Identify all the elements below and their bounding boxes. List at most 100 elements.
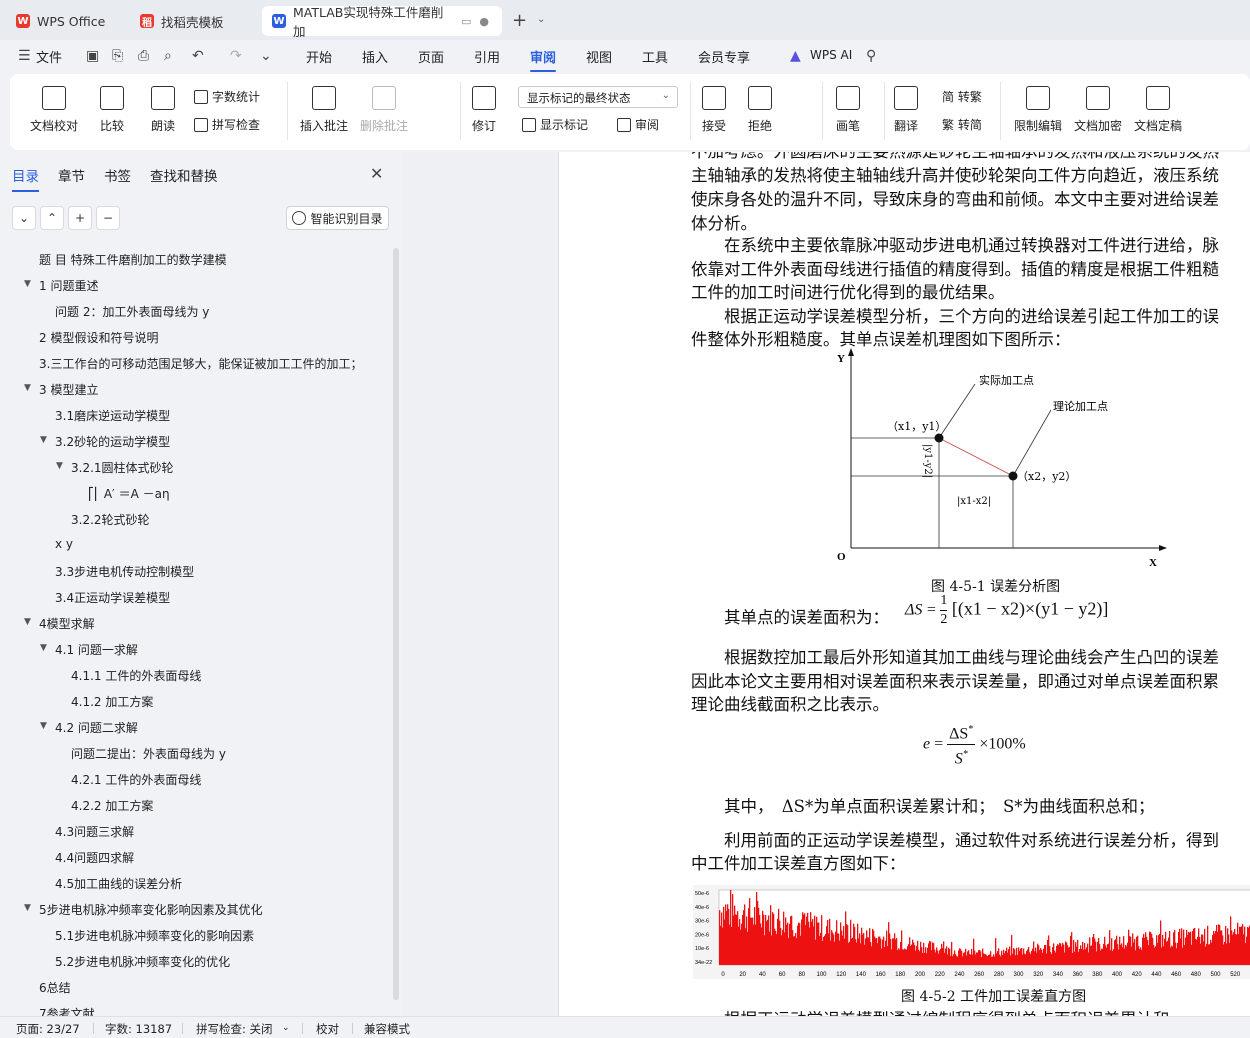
- chevron-down-icon[interactable]: ⌄: [537, 14, 545, 25]
- accept-button[interactable]: 接受: [702, 86, 726, 134]
- outline-item[interactable]: 题 目 特殊工件磨削加工的数学建模: [39, 251, 227, 268]
- to-traditional-button[interactable]: 简 转繁: [942, 88, 982, 105]
- outline-item[interactable]: 5步进电机脉冲频率变化影响因素及其优化: [39, 901, 263, 918]
- proofread-indicator[interactable]: 校对: [316, 1021, 339, 1037]
- menu-review[interactable]: 审阅: [530, 47, 557, 72]
- new-tab-icon[interactable]: +: [512, 10, 527, 31]
- tab-toc[interactable]: 目录: [12, 165, 39, 192]
- tab-bookmarks[interactable]: 书签: [104, 165, 131, 185]
- delete-comment-button[interactable]: 删除批注: [360, 86, 408, 134]
- doc-check-button[interactable]: 文档校对: [30, 86, 78, 134]
- expand-arrow-icon[interactable]: ▼: [40, 643, 47, 653]
- outline-item[interactable]: 问题二提出：外表面母线为 y: [71, 745, 226, 762]
- encrypt-button[interactable]: 文档加密: [1074, 86, 1122, 134]
- redo-icon[interactable]: ↷: [230, 48, 242, 64]
- outline-scrollbar[interactable]: [393, 248, 399, 1000]
- pen-button[interactable]: 画笔: [836, 86, 860, 134]
- tab-wps-office[interactable]: W WPS Office: [6, 6, 124, 36]
- menu-page[interactable]: 页面: [418, 47, 444, 66]
- translate-button[interactable]: 翻译: [894, 86, 918, 134]
- track-changes-button[interactable]: 修订: [472, 86, 496, 134]
- outline-item[interactable]: 问题 2：加工外表面母线为 y: [55, 303, 209, 320]
- reject-button[interactable]: 拒绝: [748, 86, 772, 134]
- outline-item[interactable]: 3 模型建立: [39, 381, 98, 398]
- markup-mode-select[interactable]: 显示标记的最终状态 ⌄: [518, 86, 678, 108]
- menu-wps-ai[interactable]: WPS AI: [810, 48, 852, 62]
- menu-view[interactable]: 视图: [586, 47, 612, 66]
- more-chevron-icon[interactable]: ⌄: [260, 48, 272, 64]
- outline-item[interactable]: 3.2.1圆柱体式砂轮: [71, 459, 174, 476]
- outline-item[interactable]: x y: [55, 537, 73, 551]
- print-icon[interactable]: ⎙: [138, 48, 149, 64]
- expand-arrow-icon[interactable]: ▼: [24, 903, 31, 913]
- expand-arrow-icon[interactable]: ▼: [40, 721, 47, 731]
- close-icon[interactable]: ✕: [370, 164, 383, 183]
- collapse-icon[interactable]: ⌄: [12, 206, 36, 230]
- outline-item[interactable]: 3.三工作台的可移动范围足够大，能保证被加工工件的加工；: [39, 355, 362, 372]
- smart-toc-button[interactable]: 智能识别目录: [286, 206, 389, 230]
- to-simplified-button[interactable]: 繁 转简: [942, 116, 982, 133]
- word-count-button[interactable]: 字数统计: [194, 88, 260, 105]
- expand-arrow-icon[interactable]: ▼: [40, 435, 47, 445]
- remove-icon[interactable]: −: [96, 206, 120, 230]
- outline-item[interactable]: 4.1.2 加工方案: [71, 693, 153, 710]
- spell-check-button[interactable]: 拼写检查: [194, 116, 260, 133]
- tab-find-replace[interactable]: 查找和替换: [150, 165, 218, 185]
- menu-insert[interactable]: 插入: [362, 47, 388, 66]
- outline-item[interactable]: 4.3问题三求解: [55, 823, 134, 840]
- outline-item[interactable]: 4.4问题四求解: [55, 849, 134, 866]
- outline-item[interactable]: 7参考文献: [39, 1005, 95, 1016]
- outline-item[interactable]: 3.3步进电机传动控制模型: [55, 563, 194, 580]
- outline-item[interactable]: 3.4正运动学误差模型: [55, 589, 170, 606]
- chevron-down-icon[interactable]: ⌄: [282, 1023, 290, 1033]
- read-aloud-button[interactable]: 朗读: [151, 86, 175, 134]
- finalize-button[interactable]: 文档定稿: [1134, 86, 1182, 134]
- share-icon[interactable]: ⎘: [112, 48, 123, 64]
- spell-check-indicator[interactable]: 拼写检查: 关闭: [196, 1021, 273, 1037]
- expand-arrow-icon[interactable]: ▼: [24, 617, 31, 627]
- print-preview-icon[interactable]: ⌕: [164, 48, 172, 64]
- search-icon[interactable]: ⚲: [866, 48, 876, 64]
- outline-item[interactable]: 5.1步进电机脉冲频率变化的影响因素: [55, 927, 254, 944]
- outline-item[interactable]: 4.1 问题一求解: [55, 641, 138, 658]
- tab-sections[interactable]: 章节: [58, 165, 85, 185]
- outline-item[interactable]: 4模型求解: [39, 615, 95, 632]
- word-count-indicator[interactable]: 字数: 13187: [105, 1021, 172, 1037]
- expand-arrow-icon[interactable]: ▼: [24, 279, 31, 289]
- menu-tools[interactable]: 工具: [642, 47, 668, 66]
- restrict-edit-button[interactable]: 限制编辑: [1014, 86, 1062, 134]
- outline-item[interactable]: ⎡⎢ A′ ＝A －aη: [88, 485, 170, 502]
- outline-item[interactable]: 3.1磨床逆运动学模型: [55, 407, 170, 424]
- outline-item[interactable]: 5.2步进电机脉冲频率变化的优化: [55, 953, 230, 970]
- outline-item[interactable]: 1 问题重述: [39, 277, 98, 294]
- outline-item[interactable]: 2 模型假设和符号说明: [39, 329, 158, 346]
- outline-item[interactable]: 4.2.2 加工方案: [71, 797, 153, 814]
- undo-icon[interactable]: ↶: [192, 48, 204, 64]
- show-markup-button[interactable]: 显示标记: [522, 116, 588, 133]
- compare-button[interactable]: 比较: [100, 86, 124, 134]
- unsaved-dot-icon[interactable]: ●: [479, 15, 489, 28]
- menu-file[interactable]: 文件: [36, 47, 62, 66]
- tab-document[interactable]: W MATLAB实现特殊工件磨削加 ▭ ●: [262, 5, 502, 39]
- expand-arrow-icon[interactable]: ▼: [24, 383, 31, 393]
- outline-item[interactable]: 4.1.1 工件的外表面母线: [71, 667, 201, 684]
- review-pane-button[interactable]: 审阅: [617, 116, 659, 133]
- save-icon[interactable]: ▣: [86, 48, 99, 64]
- add-icon[interactable]: +: [68, 206, 92, 230]
- outline-item[interactable]: 6总结: [39, 979, 71, 996]
- outline-item[interactable]: 3.2砂轮的运动学模型: [55, 433, 170, 450]
- expand-icon[interactable]: ⌃: [40, 206, 64, 230]
- outline-item[interactable]: 4.2.1 工件的外表面母线: [71, 771, 201, 788]
- outline-item[interactable]: 4.2 问题二求解: [55, 719, 138, 736]
- outline-item[interactable]: 3.2.2轮式砂轮: [71, 511, 150, 528]
- page-indicator[interactable]: 页面: 23/27: [16, 1021, 80, 1037]
- insert-comment-button[interactable]: 插入批注: [300, 86, 348, 134]
- hamburger-icon[interactable]: ☰: [18, 48, 31, 64]
- menu-reference[interactable]: 引用: [474, 47, 500, 66]
- tab-template[interactable]: 稻 找稻壳模板: [130, 6, 254, 36]
- document-page[interactable]: 不加考虑。外圆磨床的主要热源是砂轮主轴轴承的发热和液压系统的发热 主轴轴承的发热…: [558, 152, 1250, 1016]
- menu-member[interactable]: 会员专享: [698, 47, 750, 66]
- menu-start[interactable]: 开始: [306, 47, 332, 66]
- expand-arrow-icon[interactable]: ▼: [56, 461, 63, 471]
- outline-item[interactable]: 4.5加工曲线的误差分析: [55, 875, 182, 892]
